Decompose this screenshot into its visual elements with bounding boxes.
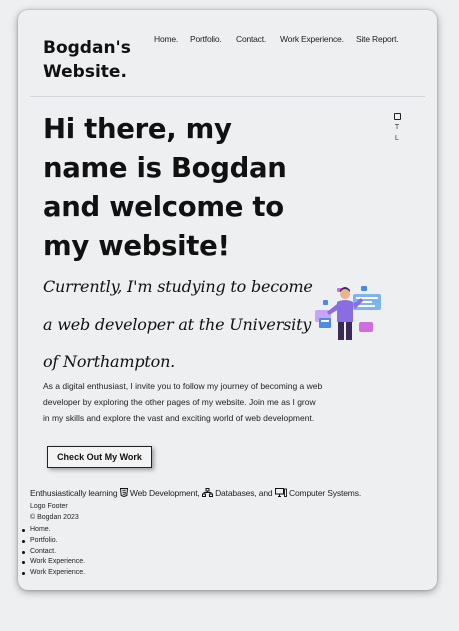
footer-link-item: Home. [21, 525, 85, 536]
skills-line: Enthusiastically learning Web Developmen… [30, 488, 361, 499]
footer-link-item: Work Experience. [21, 568, 85, 579]
computer-icon [274, 488, 287, 499]
footer-links: Home. Portfolio. Contact. Work Experienc… [21, 525, 85, 579]
social-link-t[interactable]: T [392, 122, 402, 133]
social-link-l[interactable]: L [392, 133, 402, 144]
footer-link-portfolio[interactable]: Portfolio. [30, 537, 58, 544]
footer-link-item: Work Experience. [21, 557, 85, 568]
skill-databases: Databases, and [215, 488, 273, 498]
nav-work-experience[interactable]: Work Experience. [280, 34, 344, 44]
check-out-work-button[interactable]: Check Out My Work [47, 446, 152, 468]
footer-link-contact[interactable]: Contact. [30, 548, 56, 555]
skill-web-development: Web Development, [129, 488, 200, 498]
social-icons: T L [392, 111, 402, 144]
footer-link-item: Contact. [21, 547, 85, 558]
page-card: Bogdan's Website. Home. Portfolio. Conta… [18, 10, 437, 590]
developer-illustration [315, 286, 381, 340]
database-icon [201, 488, 213, 499]
hero-headline: Hi there, my name is Bogdan and welcome … [43, 113, 287, 262]
main-nav: Home. Portfolio. Contact. Work Experienc… [18, 34, 437, 48]
instagram-icon[interactable] [392, 111, 402, 122]
nav-home[interactable]: Home. [154, 34, 178, 44]
footer-link-work-experience-2[interactable]: Work Experience. [30, 569, 85, 576]
footer-logo: Logo Footer [30, 503, 68, 510]
header-divider [30, 96, 425, 97]
skill-computer-systems: Computer Systems. [288, 488, 362, 498]
nav-portfolio[interactable]: Portfolio. [190, 34, 222, 44]
hero-subheadline: Currently, I'm studying to become a web … [43, 277, 313, 371]
skills-prefix: Enthusiastically learning [30, 488, 118, 498]
html5-icon [119, 488, 128, 499]
hero-paragraph: As a digital enthusiast, I invite you to… [43, 381, 323, 423]
footer-copyright: © Bogdan 2023 [30, 514, 79, 521]
nav-contact[interactable]: Contact. [236, 34, 266, 44]
footer-link-home[interactable]: Home. [30, 526, 51, 533]
footer-link-work-experience[interactable]: Work Experience. [30, 558, 85, 565]
nav-site-report[interactable]: Site Report. [356, 34, 399, 44]
footer-link-item: Portfolio. [21, 536, 85, 547]
